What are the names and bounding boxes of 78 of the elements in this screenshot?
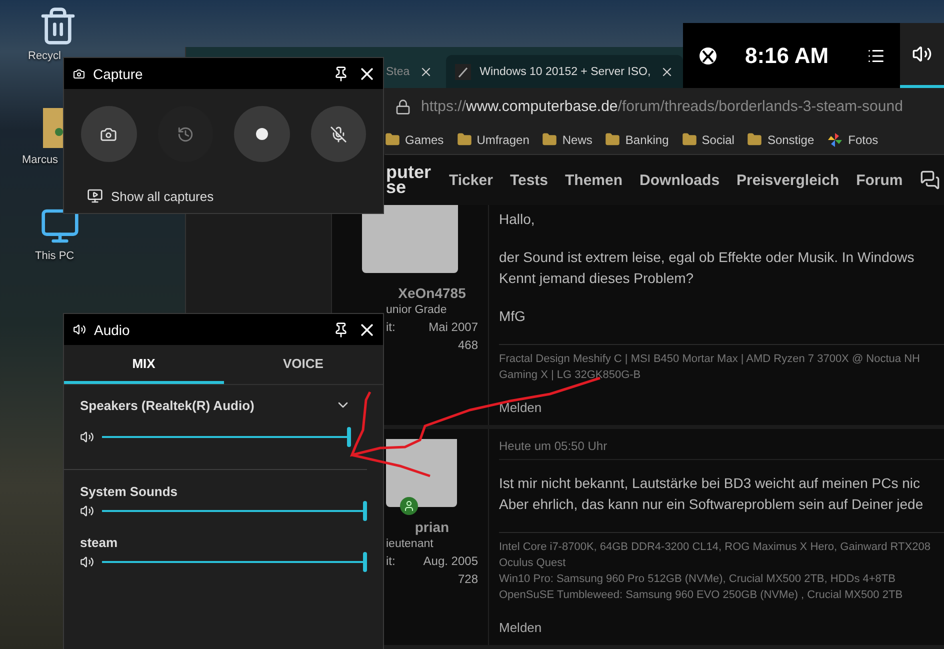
signature-line: Oculus Quest [499,556,567,571]
nav-link[interactable]: Downloads [640,172,720,188]
bookmark-link[interactable]: Banking [605,132,669,147]
post-text: Ist mir nicht bekannt, Lautstärke bei BD3 weicht auf meinen PCs nic Aber ehrlich, das kann nur ein Softwareproblem sein auf Deiner jede [499,474,924,514]
signature-line: Fractal Design Meshify C | MSI B450 Mortar Max | AMD Ryzen 7 3700X @ Noctua NH [499,352,921,367]
user-rank: ieutenant [386,538,434,550]
show-all-captures-link[interactable]: Show all captures [87,188,214,204]
camera-icon [73,68,85,80]
folder-icon [747,132,762,147]
chat-icon[interactable] [920,170,940,190]
feather-icon [454,64,471,80]
user-name[interactable]: prian [414,519,450,535]
site-logo[interactable]: puter se [386,165,432,195]
speaker-icon [912,44,932,64]
post-text: Hallo, [499,210,536,229]
bookmark-link[interactable]: Fotos [827,132,878,148]
post-date: Heute um 05:50 Uhr [499,429,944,460]
bookmark-link[interactable]: News [542,132,592,147]
folder-icon [542,132,558,147]
record-dot-icon [256,128,268,140]
clock-time: 8:16 AM [745,42,829,68]
nav-link[interactable]: Forum [856,172,903,188]
joined-date: Aug. 2005 [423,553,478,568]
pinwheel-icon [827,132,844,148]
browser-tab[interactable]: Windows 10 20152 + Server ISO, [446,55,683,88]
nav-link[interactable]: Themen [565,172,623,188]
desktop-icon-label[interactable]: This PC [35,250,74,262]
post-text: der Sound ist extrem leise, egal ob Effekte oder Musik. In Windows Kennt jemand dieses Problem? [499,248,916,288]
desktop-icon-label[interactable]: Marcus [22,154,58,166]
bookmark-link[interactable]: Social [682,132,734,147]
joined-date: Mai 2007 [428,319,478,334]
widget-title: Audio [94,322,131,338]
pin-icon[interactable] [333,66,349,82]
post-count: 728 [458,571,478,586]
nav-link[interactable]: Preisvergleich [736,172,840,188]
bookmark-link[interactable]: Sonstige [747,132,814,147]
channel-name: Speakers (Realtek(R) Audio) [80,398,254,412]
slider-thumb[interactable] [347,427,351,447]
post-count: 468 [458,337,478,352]
folder-icon [385,132,400,147]
signature-line: OpenSuSE Tumbleweed: Samsung 960 EVO 250GB (NVMe) , Crucial MX500 2TB [499,588,904,603]
speaker-icon[interactable] [80,504,94,518]
slider-thumb[interactable] [363,552,367,572]
report-link[interactable]: Melden [499,400,542,415]
bookmark-link[interactable]: Umfragen [456,132,530,147]
bookmark-link[interactable]: Games [385,132,444,147]
audio-toggle-button[interactable] [900,23,944,88]
mic-off-icon [330,126,347,142]
speaker-icon[interactable] [80,430,94,444]
nav-link[interactable]: Ticker [449,172,493,188]
report-link[interactable]: Melden [499,620,542,635]
speaker-icon [73,323,86,336]
channel-name: steam [80,535,118,550]
user-rank: unior Grade [386,304,447,316]
widget-title: Capture [93,66,144,82]
lock-icon [395,98,411,114]
desktop-icon-label[interactable]: Recycl [28,50,62,62]
user-name[interactable]: XeOn4785 [398,285,466,301]
history-icon [176,126,194,142]
channel-name: System Sounds [80,484,178,499]
joined-label: it: [386,319,396,334]
nav-link[interactable]: Tests [510,172,548,188]
slider-thumb[interactable] [363,501,367,521]
joined-label: it: [386,553,396,568]
pin-icon[interactable] [333,322,349,338]
signature-line: Win10 Pro: Samsung 960 Pro 512GB (NVMe), Crucial MX500 2TB, HDDs 4+8TB [499,572,896,587]
audio-tab[interactable]: MIX [64,345,224,384]
camera-icon [100,126,118,142]
folder-icon [456,132,472,147]
audio-tab[interactable]: VOICE [224,345,383,384]
gallery-icon [87,188,103,204]
speaker-icon[interactable] [80,555,94,569]
signature-line: Gaming X | LG 32GK850G-B [499,368,642,383]
signature-line: Intel Core i7-8700K, 64GB DDR4-3200 CL14, ROG Maximus X Hero, Gainward RTX208 [499,540,932,555]
post-text: MfG [499,307,526,326]
folder-icon [605,132,620,147]
user-folder-icon[interactable] [43,106,63,150]
folder-icon [682,132,697,147]
